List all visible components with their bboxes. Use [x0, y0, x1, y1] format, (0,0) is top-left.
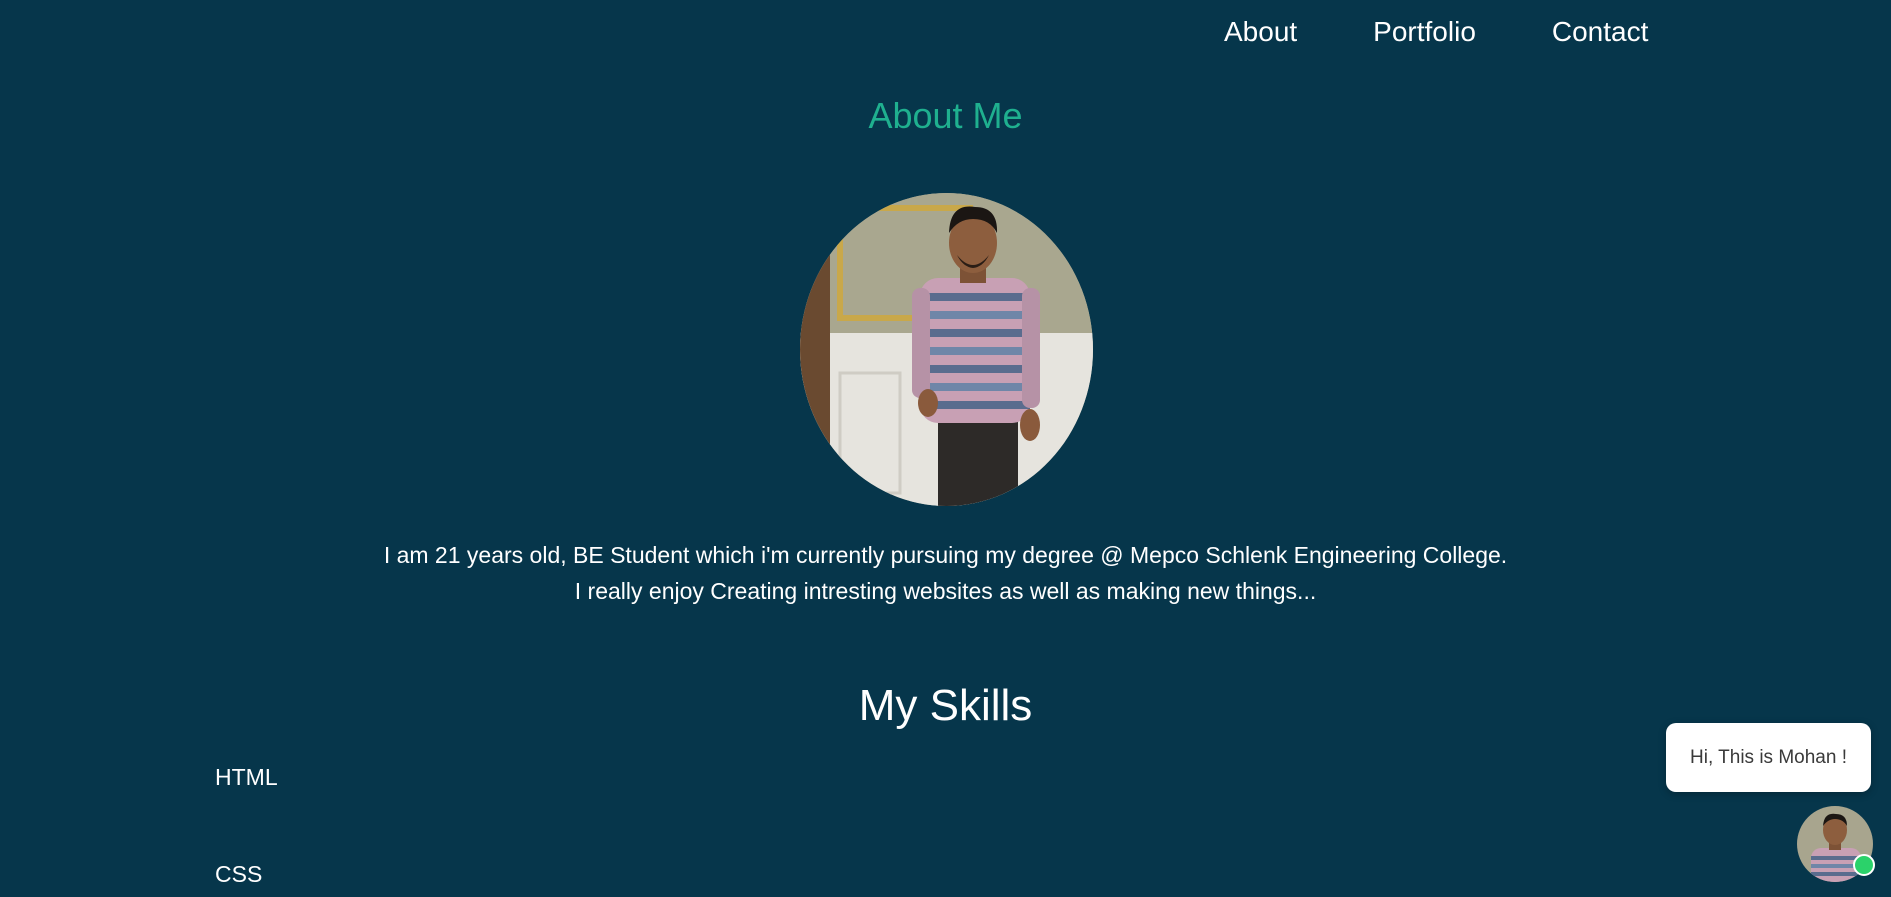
skill-html-label: HTML — [215, 764, 278, 790]
main-nav: About Portfolio Contact — [1224, 12, 1648, 52]
about-bio: I am 21 years old, BE Student which i'm … — [0, 537, 1891, 609]
skill-css-label: CSS — [215, 861, 263, 887]
chat-greeting-bubble[interactable]: Hi, This is Mohan ! — [1666, 723, 1871, 792]
profile-photo — [800, 193, 1093, 506]
nav-about-link[interactable]: About — [1224, 12, 1297, 52]
bio-line-1: I am 21 years old, BE Student which i'm … — [383, 542, 1508, 568]
online-status-indicator — [1853, 854, 1875, 876]
profile-photo-image — [800, 193, 1093, 506]
bio-line-2: I really enjoy Creating intresting websi… — [574, 578, 1317, 604]
nav-contact-link[interactable]: Contact — [1552, 12, 1649, 52]
skills-title: My Skills — [858, 681, 1033, 730]
about-title: About Me — [868, 95, 1023, 136]
chat-greeting-text: Hi, This is Mohan ! — [1690, 746, 1847, 768]
page: About Portfolio Contact About Me I am 21… — [0, 0, 1891, 897]
nav-portfolio-link[interactable]: Portfolio — [1373, 12, 1476, 52]
